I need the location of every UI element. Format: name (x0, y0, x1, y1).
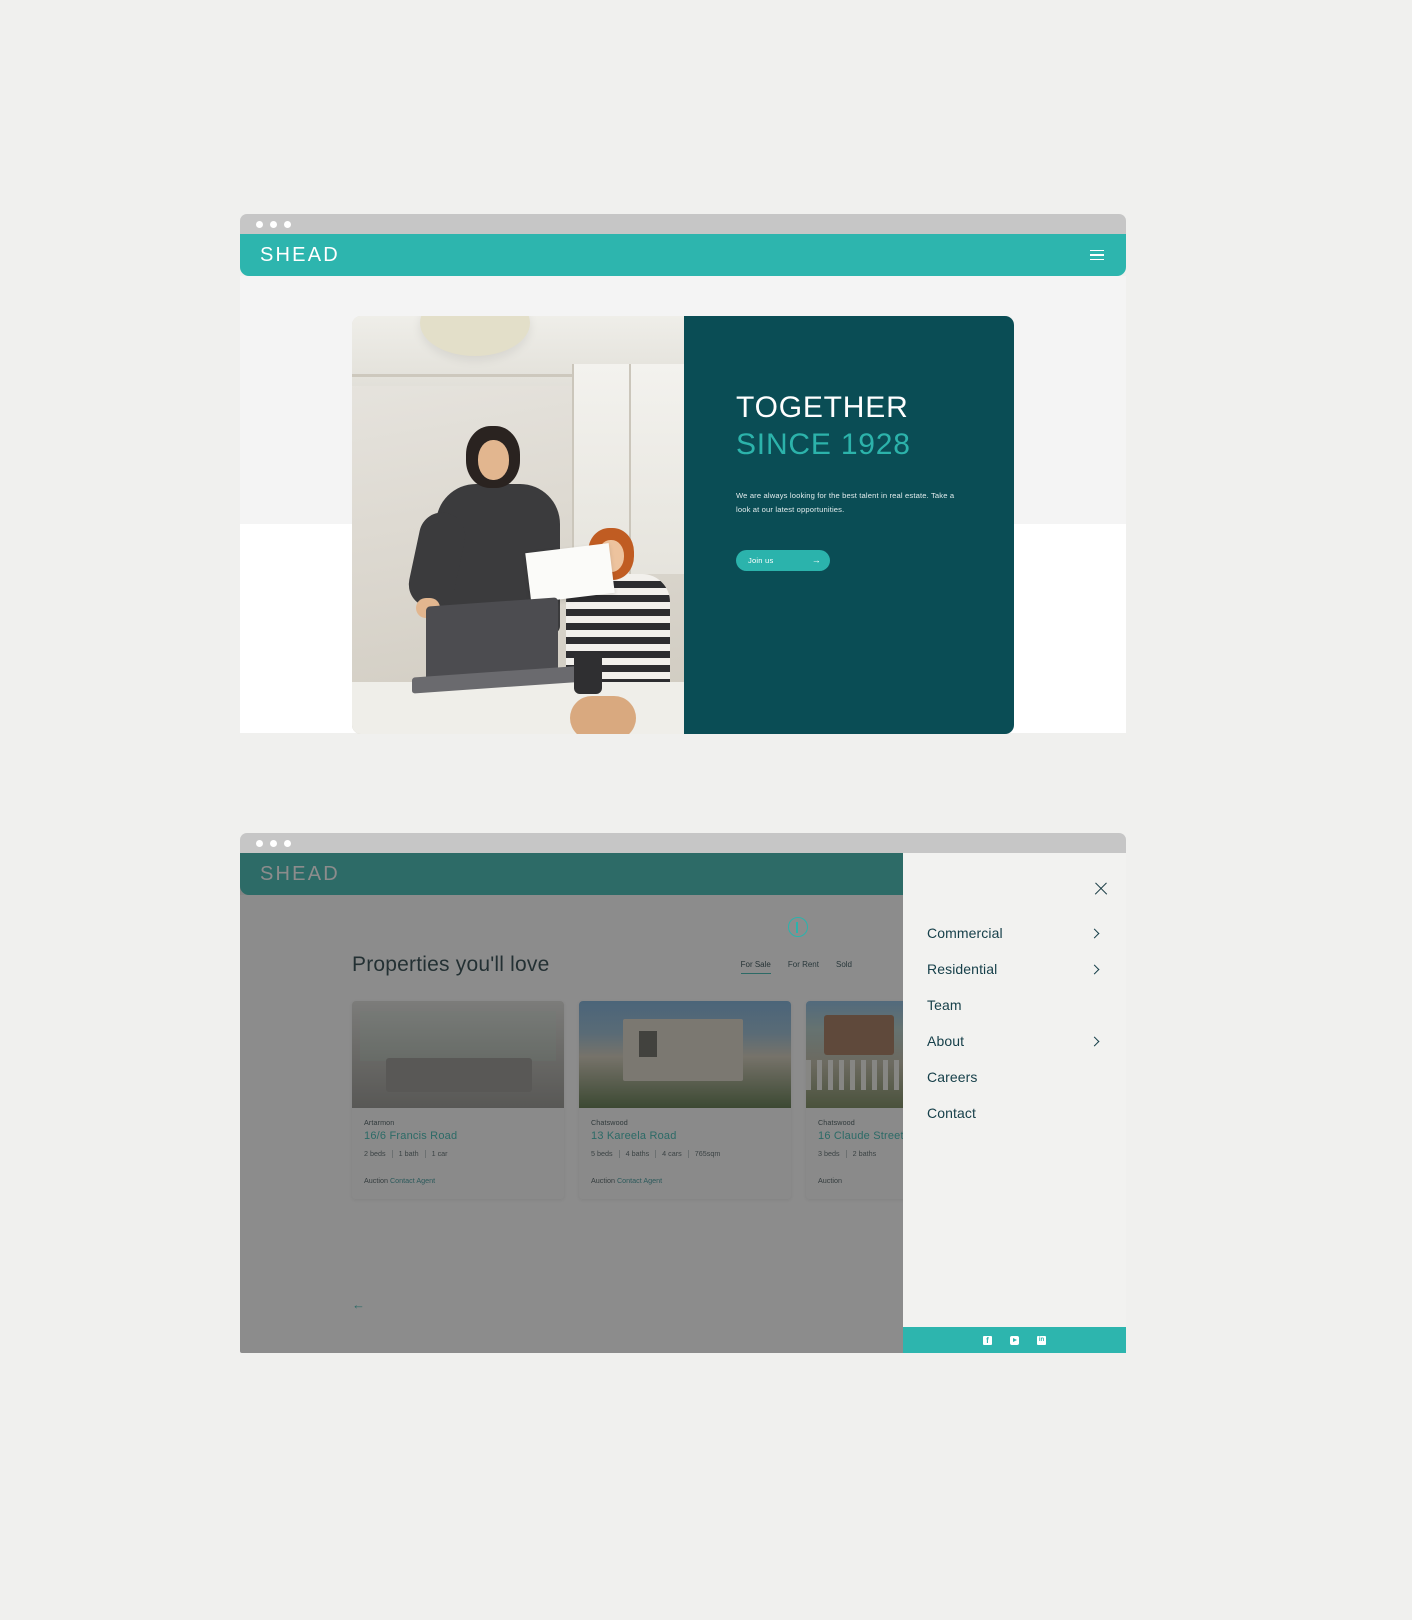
brand-logo[interactable]: SHEAD (260, 244, 340, 267)
window-dot-maximize[interactable] (284, 220, 291, 228)
hero-banner: TOGETHER SINCE 1928 We are always lookin… (352, 316, 1014, 734)
hero-text-panel: TOGETHER SINCE 1928 We are always lookin… (684, 316, 1014, 734)
hero-headline-secondary: SINCE 1928 (736, 428, 911, 462)
hero-photo (352, 316, 684, 734)
menu-item-label: Residential (927, 961, 998, 977)
hero-headline-primary: TOGETHER (736, 391, 909, 424)
window-dot-maximize[interactable] (284, 839, 291, 847)
browser-viewport-2: SHEAD Properties you'll love For Sale Fo… (240, 853, 1126, 1353)
menu-item-team[interactable]: Team (927, 987, 1102, 1023)
close-icon[interactable] (1093, 881, 1109, 897)
browser-window-careers: SHEAD TOGETHER SINCE 1928 We are always … (240, 214, 1126, 734)
join-us-button[interactable]: Join us → (736, 549, 830, 571)
menu-item-label: Team (927, 997, 962, 1013)
window-dot-minimize[interactable] (270, 220, 277, 228)
browser-viewport: SHEAD TOGETHER SINCE 1928 We are always … (240, 234, 1126, 734)
slideout-menu-panel: Commercial Residential Team About Career… (903, 853, 1126, 1353)
window-dot-close[interactable] (256, 220, 263, 228)
menu-item-commercial[interactable]: Commercial (927, 915, 1102, 951)
chevron-right-icon (1089, 1036, 1100, 1046)
arrow-right-icon: → (811, 554, 821, 565)
menu-item-contact[interactable]: Contact (927, 1095, 1102, 1131)
chevron-right-icon (1089, 964, 1100, 974)
browser-titlebar-2 (240, 833, 1126, 853)
carousel-next-button[interactable] (788, 917, 808, 937)
youtube-icon[interactable] (1010, 1335, 1019, 1345)
linkedin-icon[interactable] (1037, 1335, 1046, 1345)
window-dot-close[interactable] (256, 839, 263, 847)
menu-item-careers[interactable]: Careers (927, 1059, 1102, 1095)
browser-titlebar (240, 214, 1126, 234)
facebook-icon[interactable] (983, 1335, 992, 1345)
hero-paragraph: We are always looking for the best talen… (736, 490, 955, 514)
menu-item-about[interactable]: About (927, 1023, 1102, 1059)
page-canvas: SHEAD TOGETHER SINCE 1928 We are always … (0, 0, 1412, 1620)
window-dot-minimize[interactable] (270, 839, 277, 847)
browser-window-properties: SHEAD Properties you'll love For Sale Fo… (240, 833, 1126, 1353)
menu-item-label: Contact (927, 1105, 976, 1121)
social-links-bar (903, 1327, 1126, 1353)
menu-item-label: About (927, 1033, 965, 1049)
site-navbar: SHEAD (240, 234, 1126, 276)
join-us-label: Join us (748, 555, 774, 565)
menu-item-label: Careers (927, 1069, 978, 1085)
hamburger-icon[interactable] (1090, 249, 1104, 261)
menu-item-residential[interactable]: Residential (927, 951, 1102, 987)
menu-item-list: Commercial Residential Team About Career… (903, 915, 1126, 1327)
chevron-right-icon (1089, 928, 1100, 938)
menu-item-label: Commercial (927, 925, 1003, 941)
